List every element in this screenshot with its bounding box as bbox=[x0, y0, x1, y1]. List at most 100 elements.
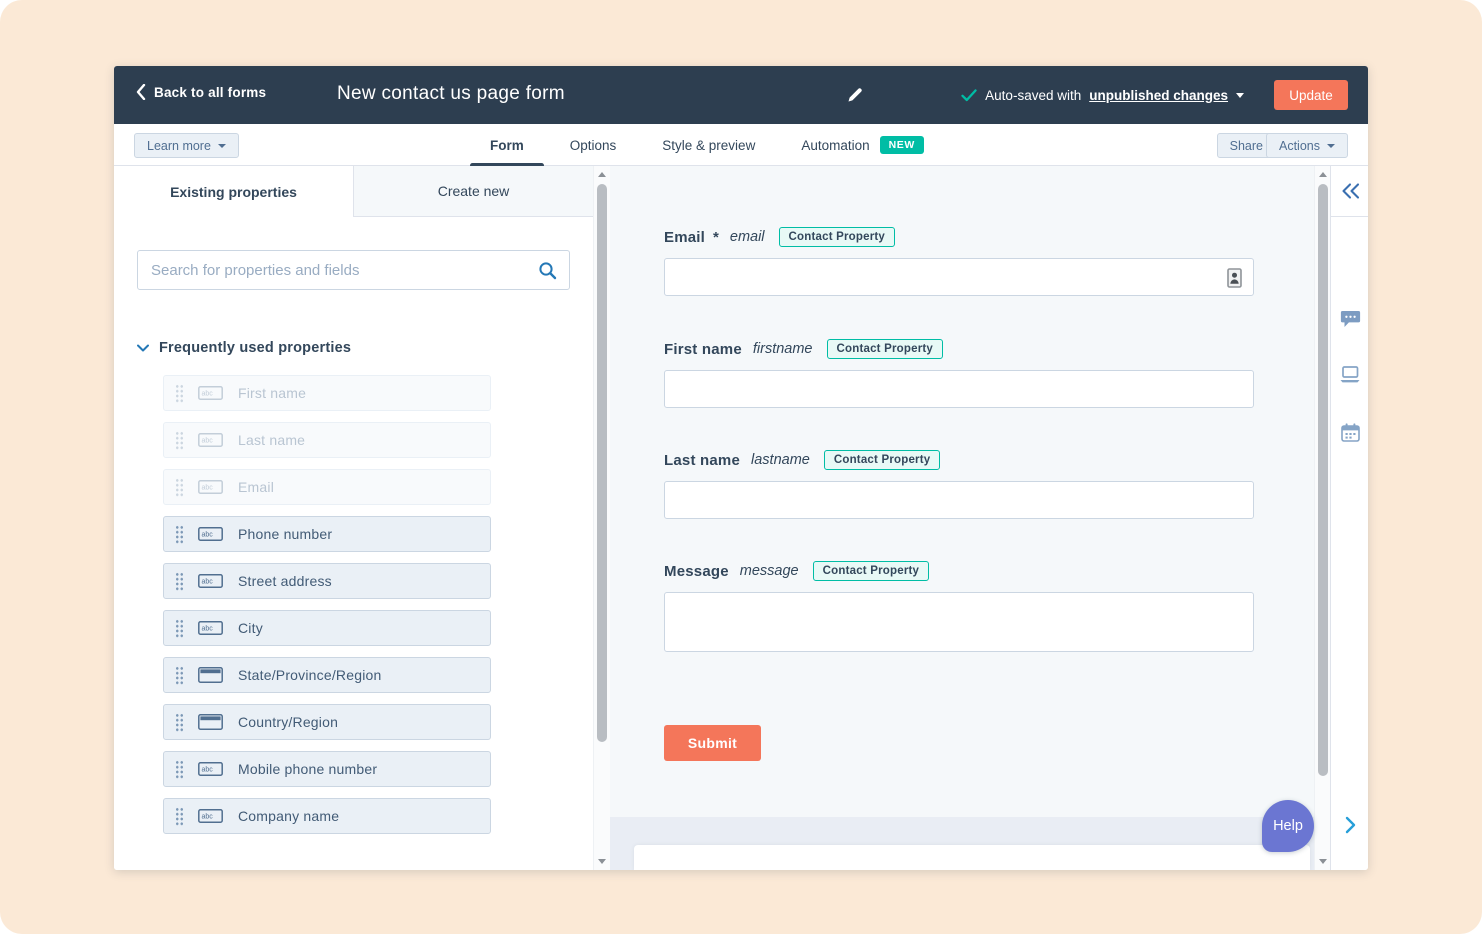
scroll-up-arrow-icon[interactable] bbox=[1319, 172, 1327, 177]
drag-handle-icon[interactable] bbox=[175, 665, 183, 685]
dropdown-field-icon bbox=[198, 667, 223, 683]
property-search bbox=[137, 250, 570, 290]
schedule-tool-button[interactable] bbox=[1331, 423, 1368, 442]
chevron-down-icon[interactable] bbox=[1236, 92, 1244, 98]
desktop-background: Back to all forms New contact us page fo… bbox=[0, 0, 1482, 934]
svg-text:abc: abc bbox=[202, 485, 214, 492]
comments-tool-button[interactable] bbox=[1331, 310, 1368, 329]
back-label: Back to all forms bbox=[154, 84, 267, 100]
edit-title-icon[interactable] bbox=[847, 86, 863, 103]
email-input[interactable] bbox=[664, 258, 1254, 296]
scroll-down-arrow-icon[interactable] bbox=[598, 859, 606, 864]
svg-text:abc: abc bbox=[202, 391, 214, 398]
field-message[interactable]: Message message Contact Property bbox=[664, 561, 1254, 652]
tab-options[interactable]: Options bbox=[570, 124, 617, 166]
property-item-street-address[interactable]: abc Street address bbox=[163, 563, 491, 599]
property-item-mobile-phone-number[interactable]: abc Mobile phone number bbox=[163, 751, 491, 787]
property-item-first-name: abc First name bbox=[163, 375, 491, 411]
help-button[interactable]: Help bbox=[1262, 800, 1314, 852]
field-internal-name: firstname bbox=[752, 341, 813, 357]
search-icon[interactable] bbox=[538, 261, 557, 280]
chevron-right-icon bbox=[1345, 816, 1355, 834]
double-chevron-left-icon bbox=[1341, 183, 1359, 199]
text-field-icon: abc bbox=[198, 386, 223, 400]
drag-handle-icon[interactable] bbox=[175, 759, 183, 779]
first-name-input[interactable] bbox=[664, 370, 1254, 408]
tab-form[interactable]: Form bbox=[470, 124, 544, 168]
expand-panel-button[interactable] bbox=[1331, 816, 1368, 834]
section-title: Frequently used properties bbox=[159, 340, 352, 356]
tab-automation[interactable]: Automation NEW bbox=[801, 124, 924, 166]
form-title: New contact us page form bbox=[337, 83, 565, 104]
text-field-icon: abc bbox=[198, 574, 223, 588]
unpublished-changes-link[interactable]: unpublished changes bbox=[1089, 88, 1228, 103]
scroll-down-arrow-icon[interactable] bbox=[1319, 859, 1327, 864]
new-badge: NEW bbox=[879, 136, 924, 154]
text-field-icon: abc bbox=[198, 809, 223, 823]
autofill-contact-icon[interactable] bbox=[1227, 268, 1242, 288]
calendar-icon bbox=[1340, 423, 1360, 442]
comment-icon bbox=[1340, 311, 1360, 327]
field-last-name[interactable]: Last name lastname Contact Property bbox=[664, 450, 1254, 519]
drag-handle-icon bbox=[175, 430, 183, 450]
drag-handle-icon[interactable] bbox=[175, 806, 183, 826]
property-item-company-name[interactable]: abc Company name bbox=[163, 798, 491, 834]
drag-handle-icon[interactable] bbox=[175, 571, 183, 591]
chevron-down-icon bbox=[1327, 143, 1335, 148]
actions-button[interactable]: Actions bbox=[1266, 133, 1348, 158]
text-field-icon: abc bbox=[198, 480, 223, 494]
field-label: First name bbox=[664, 340, 742, 358]
back-to-forms-button[interactable]: Back to all forms bbox=[136, 84, 266, 100]
svg-text:abc: abc bbox=[202, 438, 214, 445]
message-textarea[interactable] bbox=[664, 592, 1254, 652]
drag-handle-icon[interactable] bbox=[175, 618, 183, 638]
last-name-input[interactable] bbox=[664, 481, 1254, 519]
chevron-down-icon bbox=[217, 143, 226, 148]
tab-create-new[interactable]: Create new bbox=[353, 166, 593, 217]
device-preview-button[interactable] bbox=[1331, 366, 1368, 383]
tab-existing-properties[interactable]: Existing properties bbox=[114, 166, 353, 217]
field-first-name[interactable]: First name firstname Contact Property bbox=[664, 339, 1254, 408]
dropdown-field-icon bbox=[198, 714, 223, 730]
field-label: Last name bbox=[664, 451, 740, 469]
required-mark: * bbox=[713, 228, 719, 246]
drag-handle-icon[interactable] bbox=[175, 712, 183, 732]
autosave-status: Auto-saved with unpublished changes bbox=[961, 66, 1244, 124]
svg-text:abc: abc bbox=[202, 626, 214, 633]
builder-tabs: Form Options Style & preview Automation … bbox=[470, 124, 924, 168]
field-internal-name: lastname bbox=[751, 452, 810, 468]
svg-text:abc: abc bbox=[202, 814, 214, 821]
contact-property-badge: Contact Property bbox=[778, 227, 896, 247]
update-button[interactable]: Update bbox=[1274, 80, 1348, 110]
panel-scrollbar[interactable] bbox=[593, 166, 610, 870]
submit-button[interactable]: Submit bbox=[664, 725, 761, 761]
chevron-left-icon bbox=[136, 84, 146, 100]
field-label: Email bbox=[664, 228, 706, 246]
scrollbar-thumb[interactable] bbox=[597, 184, 607, 742]
property-item-city[interactable]: abc City bbox=[163, 610, 491, 646]
learn-more-label: Learn more bbox=[147, 138, 211, 153]
property-item-country-region[interactable]: Country/Region bbox=[163, 704, 491, 740]
frequently-used-section-header[interactable]: Frequently used properties bbox=[137, 340, 351, 356]
scrollbar-thumb[interactable] bbox=[1318, 184, 1328, 776]
contact-property-badge: Contact Property bbox=[823, 450, 941, 470]
contact-property-badge: Contact Property bbox=[826, 339, 943, 359]
right-icon-rail bbox=[1330, 166, 1368, 870]
property-item-email: abc Email bbox=[163, 469, 491, 505]
tab-style-preview[interactable]: Style & preview bbox=[662, 124, 755, 166]
property-item-last-name: abc Last name bbox=[163, 422, 491, 458]
property-item-phone-number[interactable]: abc Phone number bbox=[163, 516, 491, 552]
svg-text:abc: abc bbox=[202, 532, 214, 539]
property-item-state-province-region[interactable]: State/Province/Region bbox=[163, 657, 491, 693]
scroll-up-arrow-icon[interactable] bbox=[598, 172, 606, 177]
text-field-icon: abc bbox=[198, 527, 223, 541]
collapse-rail-button[interactable] bbox=[1331, 166, 1368, 217]
drag-handle-icon[interactable] bbox=[175, 524, 183, 544]
search-input[interactable] bbox=[137, 250, 570, 290]
svg-text:abc: abc bbox=[202, 579, 214, 586]
properties-panel: Existing properties Create new Frequentl… bbox=[114, 166, 593, 870]
main-scrollbar[interactable] bbox=[1314, 166, 1330, 870]
field-email[interactable]: Email * email Contact Property bbox=[664, 227, 1254, 296]
app-window: Back to all forms New contact us page fo… bbox=[114, 66, 1368, 870]
learn-more-button[interactable]: Learn more bbox=[134, 133, 239, 158]
